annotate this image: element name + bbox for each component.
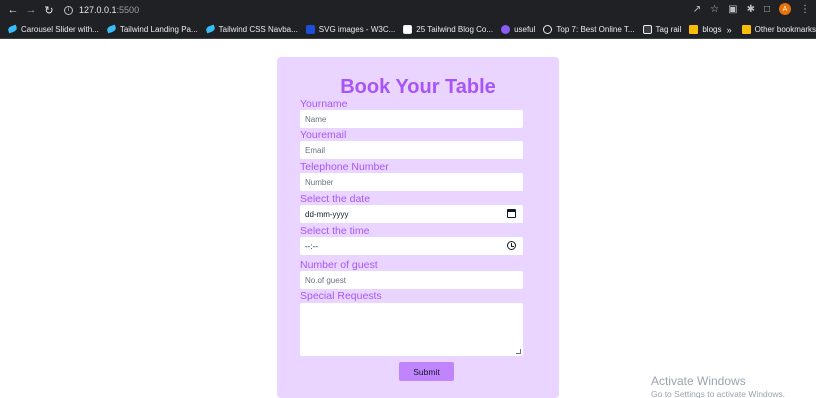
bookmark-item[interactable]: 25 Tailwind Blog Co... bbox=[403, 24, 493, 34]
date-input[interactable]: dd-mm-yyyy bbox=[300, 205, 523, 223]
reload-icon[interactable]: ↻ bbox=[42, 3, 56, 17]
time-label: Select the time bbox=[300, 225, 370, 237]
email-input[interactable]: Email bbox=[300, 141, 523, 159]
requests-textarea[interactable] bbox=[300, 303, 523, 356]
w3schools-icon bbox=[305, 24, 315, 34]
watermark-subtitle: Go to Settings to activate Windows. bbox=[651, 389, 786, 398]
name-label: Yourname bbox=[300, 98, 348, 110]
side-panel-icon[interactable]: □ bbox=[764, 4, 770, 15]
chevron-right-icon[interactable]: » bbox=[727, 25, 732, 35]
url-port: :5500 bbox=[116, 5, 140, 15]
toolbar-actions: ↗ ☆ ▣ ✱ □ A ⋮ bbox=[693, 3, 810, 15]
share-icon[interactable]: ↗ bbox=[693, 4, 701, 15]
forward-arrow-icon[interactable]: → bbox=[24, 3, 38, 17]
heart-icon bbox=[501, 24, 511, 34]
tailwind-icon bbox=[106, 24, 117, 34]
phone-input[interactable]: Number bbox=[300, 173, 523, 191]
guest-label: Number of guest bbox=[300, 259, 378, 271]
time-value: --:-- bbox=[305, 241, 318, 251]
time-input[interactable]: --:-- bbox=[300, 237, 523, 255]
globe-icon bbox=[543, 24, 553, 34]
tailwind-icon bbox=[204, 24, 216, 34]
watermark-title: Activate Windows bbox=[651, 374, 746, 388]
menu-dots-icon[interactable]: ⋮ bbox=[800, 4, 810, 15]
profile-avatar[interactable]: A bbox=[779, 3, 791, 15]
folder-icon bbox=[689, 24, 699, 34]
requests-label: Special Requests bbox=[300, 290, 382, 302]
form-title: Book Your Table bbox=[340, 76, 496, 98]
address-bar[interactable]: i 127.0.0.1:5500 bbox=[64, 2, 139, 18]
bookmark-item[interactable]: useful bbox=[501, 24, 535, 34]
phone-label: Telephone Number bbox=[300, 161, 389, 173]
url-host: 127.0.0.1 bbox=[79, 5, 117, 15]
folder-icon bbox=[741, 25, 751, 34]
bookmark-item[interactable]: Tailwind Landing Pa... bbox=[106, 24, 198, 34]
puzzle-icon[interactable]: ✱ bbox=[747, 4, 755, 15]
bookmark-item[interactable]: SVG images - W3C... bbox=[305, 24, 395, 34]
bookmarks-overflow: » Other bookmarks bbox=[722, 20, 816, 38]
bookmarks-bar: Carousel Slider with... Tailwind Landing… bbox=[0, 20, 816, 39]
browser-toolbar: ← → ↻ i 127.0.0.1:5500 ↗ ☆ ▣ ✱ □ A ⋮ bbox=[0, 0, 816, 20]
bookmark-item[interactable]: blogs bbox=[689, 24, 721, 34]
name-input[interactable]: Name bbox=[300, 110, 523, 128]
date-label: Select the date bbox=[300, 193, 371, 205]
booking-form-card: Book Your Table Yourname Name Youremail … bbox=[277, 57, 559, 398]
calendar-icon[interactable] bbox=[507, 209, 516, 218]
other-bookmarks[interactable]: Other bookmarks bbox=[741, 25, 816, 34]
tailwind-icon bbox=[7, 24, 18, 34]
clock-icon[interactable] bbox=[507, 241, 516, 250]
windows-activation-watermark: Activate Windows Go to Settings to activ… bbox=[651, 374, 785, 398]
star-icon[interactable]: ☆ bbox=[710, 4, 719, 15]
extension-square-icon[interactable]: ▣ bbox=[728, 4, 737, 15]
date-value: dd-mm-yyyy bbox=[305, 209, 349, 219]
bookmark-item[interactable]: Top 7: Best Online T... bbox=[543, 24, 635, 34]
email-label: Youremail bbox=[300, 129, 347, 141]
bookmark-item[interactable]: Tag rail bbox=[642, 24, 681, 34]
info-icon[interactable]: i bbox=[64, 5, 73, 15]
guest-input[interactable]: No.of guest bbox=[300, 271, 523, 289]
bookmark-item[interactable]: Tailwind CSS Navba... bbox=[204, 24, 298, 34]
tag-icon bbox=[642, 24, 652, 34]
submit-button[interactable]: Submit bbox=[399, 362, 454, 381]
bookmark-item[interactable]: Carousel Slider with... bbox=[7, 24, 99, 34]
back-arrow-icon[interactable]: ← bbox=[6, 3, 20, 17]
resize-handle-icon[interactable] bbox=[516, 349, 521, 354]
blog-icon bbox=[403, 24, 413, 34]
